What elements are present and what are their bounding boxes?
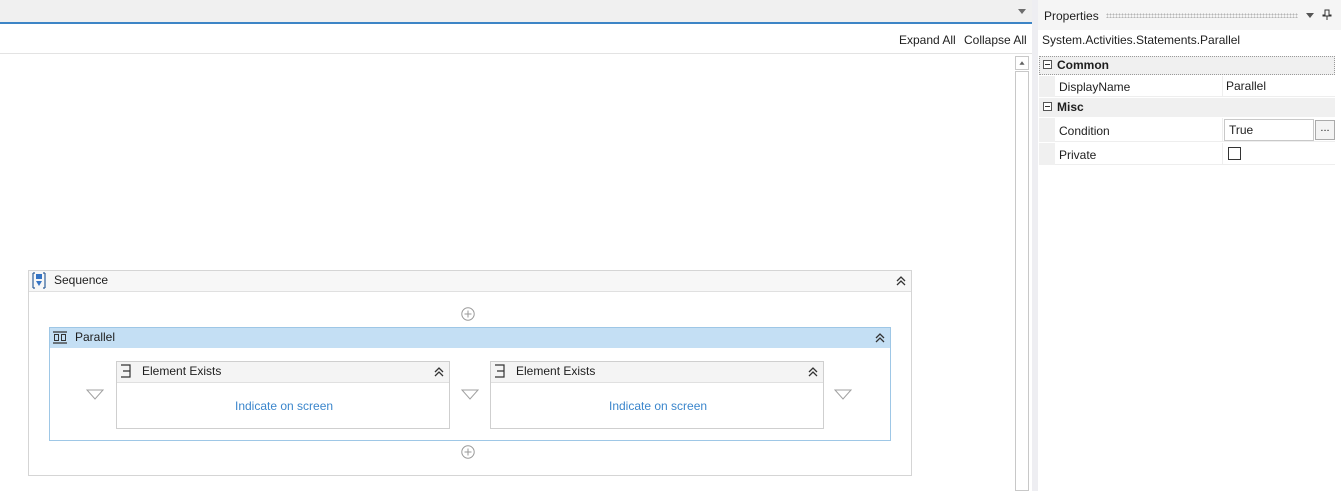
document-tab-strip [0, 0, 1032, 22]
property-name: Condition [1059, 124, 1110, 138]
properties-title: Properties [1044, 9, 1099, 23]
displayname-value[interactable]: Parallel [1226, 79, 1266, 93]
double-chevron-up-icon[interactable] [895, 275, 907, 287]
drop-triangle-icon[interactable] [834, 389, 852, 400]
sequence-icon [32, 272, 46, 289]
collapse-toggle-icon[interactable] [1043, 102, 1052, 111]
scrollbar-thumb[interactable] [1015, 71, 1029, 491]
condition-input[interactable] [1224, 119, 1314, 141]
sequence-header[interactable] [29, 271, 911, 292]
collapse-all-button[interactable]: Collapse All [964, 33, 1027, 47]
drop-triangle-icon[interactable] [461, 389, 479, 400]
pin-icon[interactable] [1322, 9, 1332, 21]
drop-triangle-icon[interactable] [86, 389, 104, 400]
private-checkbox[interactable] [1228, 147, 1241, 160]
expand-all-button[interactable]: Expand All [899, 33, 956, 47]
indicate-on-screen-link[interactable]: Indicate on screen [609, 399, 707, 413]
row-gutter [1039, 118, 1055, 142]
row-gutter [1039, 143, 1055, 165]
element-exists-icon [495, 364, 505, 378]
column-divider [1222, 76, 1223, 97]
condition-editor-button[interactable]: ... [1315, 120, 1335, 140]
scroll-up-arrow-icon[interactable] [1015, 56, 1029, 70]
parallel-title: Parallel [75, 330, 116, 344]
column-divider [1222, 118, 1223, 142]
sequence-title: Sequence [54, 273, 109, 287]
row-gutter [1039, 76, 1055, 97]
double-chevron-up-icon[interactable] [807, 366, 819, 378]
activity-title: Element Exists [516, 364, 596, 378]
chevron-down-icon[interactable] [1016, 6, 1028, 16]
double-chevron-up-icon[interactable] [433, 366, 445, 378]
plus-circle-icon[interactable] [461, 307, 475, 321]
activity-title: Element Exists [142, 364, 222, 378]
property-name: DisplayName [1059, 80, 1131, 94]
titlebar-grip[interactable] [1106, 13, 1298, 18]
element-exists-icon [121, 364, 131, 378]
property-name: Private [1059, 148, 1097, 162]
parallel-header[interactable] [50, 328, 890, 348]
plus-circle-icon[interactable] [461, 445, 475, 459]
parallel-icon [53, 331, 67, 344]
column-divider [1222, 143, 1223, 165]
category-label: Misc [1057, 100, 1084, 114]
chevron-down-icon[interactable] [1305, 11, 1315, 19]
selected-object-type: System.Activities.Statements.Parallel [1042, 33, 1241, 47]
indicate-on-screen-link[interactable]: Indicate on screen [235, 399, 333, 413]
designer-toolbar [0, 24, 1032, 54]
double-chevron-up-icon[interactable] [874, 332, 886, 344]
collapse-toggle-icon[interactable] [1043, 60, 1052, 69]
category-label: Common [1057, 58, 1109, 72]
